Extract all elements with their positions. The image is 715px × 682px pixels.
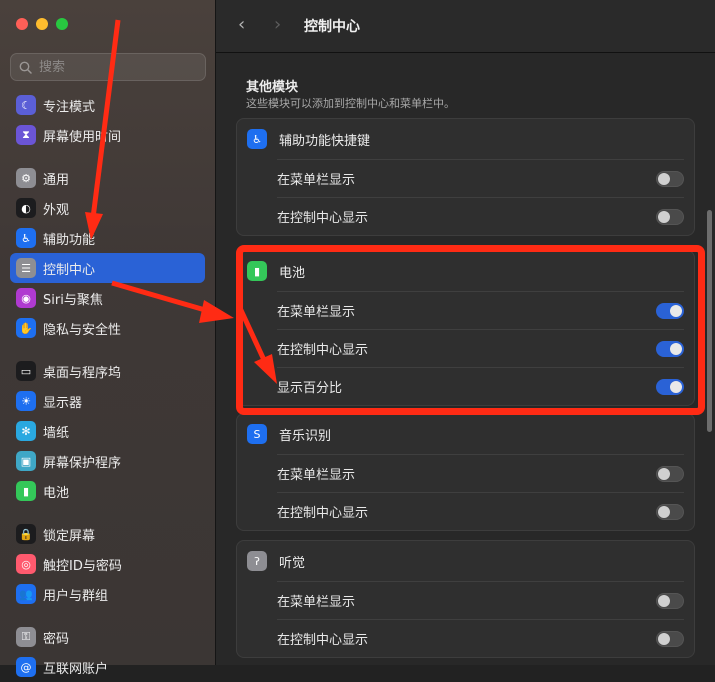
arrow-diagonal	[237, 306, 277, 384]
arrow-right	[111, 280, 234, 323]
arrow-down	[85, 19, 121, 240]
annotation-arrows	[85, 19, 277, 384]
